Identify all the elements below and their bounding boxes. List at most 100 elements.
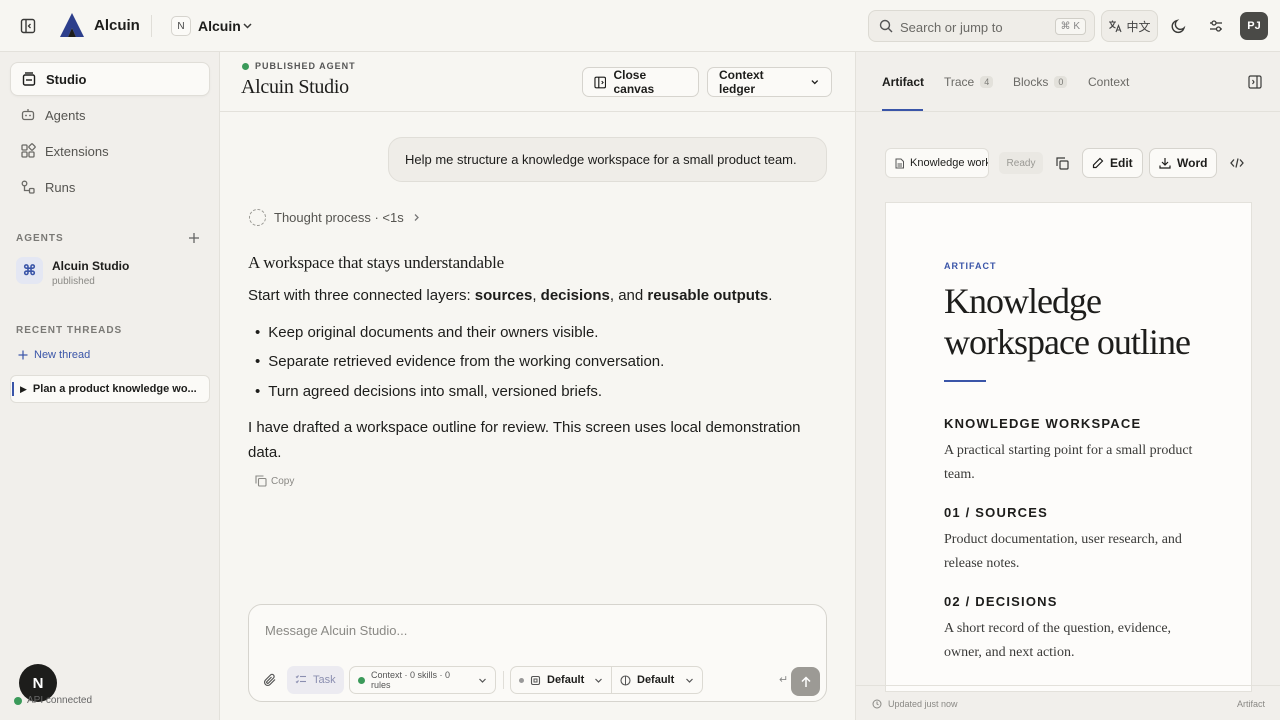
chevron-down-icon <box>686 678 693 683</box>
play-icon: ▶ <box>20 383 27 394</box>
model-label: Default <box>637 674 675 686</box>
agents-icon <box>21 109 35 121</box>
api-status-label: API connected <box>27 695 93 706</box>
runs-icon <box>21 180 35 194</box>
task-label: Task <box>313 674 336 686</box>
language-button[interactable]: 中文 <box>1101 10 1158 42</box>
chevron-down-icon <box>811 80 819 85</box>
sidebar-item-label: Agents <box>45 107 86 123</box>
model-selector-secondary[interactable]: Default <box>611 666 703 694</box>
settings-button[interactable] <box>1201 11 1231 41</box>
tab-blocks[interactable]: Blocks 0 <box>1013 75 1068 89</box>
enter-hint: ↵ <box>779 674 789 686</box>
thread-item[interactable]: ▶ Plan a product knowledge wo... <box>10 375 210 403</box>
sidebar-item-extensions[interactable]: Extensions <box>10 134 210 168</box>
sidebar-toggle-button[interactable] <box>13 11 43 41</box>
panel-close-icon <box>594 76 607 88</box>
pencil-icon <box>1092 157 1104 169</box>
document-heading: 02 / DECISIONS <box>944 594 1058 609</box>
updated-status: Updated just now <box>872 699 958 709</box>
user-message: Help me structure a knowledge workspace … <box>388 137 827 182</box>
context-selector[interactable]: Context · 0 skills · 0 rules <box>349 666 496 694</box>
copy-button[interactable]: Copy <box>255 475 294 487</box>
gauge-icon <box>620 674 631 686</box>
user-avatar[interactable]: PJ <box>1240 12 1268 40</box>
context-ledger-dropdown[interactable]: Context ledger <box>707 67 832 97</box>
cube-icon <box>530 675 541 685</box>
document-tab-label: Knowledge workspace outline <box>910 157 989 169</box>
workspace-switcher[interactable]: Alcuin <box>198 18 241 34</box>
tab-count: 0 <box>1054 76 1068 88</box>
agent-avatar[interactable]: ⌘ <box>16 257 43 284</box>
document-rule <box>944 380 986 382</box>
document-heading: KNOWLEDGE WORKSPACE <box>944 416 1142 431</box>
spinner-icon <box>249 209 266 226</box>
sidebar-item-label: Runs <box>45 179 76 195</box>
message-input[interactable]: Message Alcuin Studio... <box>265 623 407 638</box>
collapse-panel-button[interactable] <box>1240 67 1270 97</box>
context-label: Context · 0 skills · 0 rules <box>371 670 451 690</box>
tab-label: Context <box>1088 75 1130 89</box>
close-canvas-button[interactable]: Close canvas <box>582 67 699 97</box>
translate-icon <box>1109 20 1122 33</box>
updated-label: Updated just now <box>888 699 958 709</box>
download-icon <box>1159 158 1171 169</box>
answer-text: . <box>768 287 773 304</box>
document-icon <box>895 158 904 168</box>
chevron-down-icon[interactable] <box>242 20 253 31</box>
moon-icon <box>1171 19 1186 34</box>
plus-icon <box>189 233 199 243</box>
tab-label: Artifact <box>882 75 925 89</box>
answer-bold: reusable outputs <box>647 287 769 304</box>
tab-context[interactable]: Context <box>1088 75 1129 89</box>
send-button[interactable] <box>791 667 820 696</box>
sidebar-item-agents[interactable]: Agents <box>10 98 210 132</box>
arrow-up-icon <box>800 675 811 687</box>
theme-toggle-button[interactable] <box>1164 11 1194 41</box>
answer-text: Start with three connected layers: <box>248 287 475 304</box>
tab-trace[interactable]: Trace 4 <box>944 75 994 89</box>
agent-kicker: PUBLISHED AGENT <box>242 61 356 71</box>
sidebar-item-runs[interactable]: Runs <box>10 170 210 204</box>
answer-intro: Start with three connected layers: sourc… <box>248 283 772 308</box>
search-input[interactable]: Search or jump to <box>900 20 1003 35</box>
edit-button[interactable]: Edit <box>1082 148 1143 178</box>
alcuin-logo-icon[interactable] <box>59 12 85 38</box>
thought-label: Thought process · <1s <box>274 210 404 225</box>
extensions-icon <box>21 143 36 158</box>
duplicate-button[interactable] <box>1047 148 1077 178</box>
sidebar-item-studio[interactable]: Studio <box>10 62 210 96</box>
model-selector-primary[interactable]: Default <box>510 666 612 694</box>
export-word-button[interactable]: Word <box>1149 148 1218 178</box>
plus-icon <box>18 350 28 360</box>
panel-right-icon <box>1248 75 1262 89</box>
word-label: Word <box>1177 156 1208 170</box>
view-source-button[interactable] <box>1222 148 1252 178</box>
copy-icon <box>1055 156 1069 170</box>
workspace-badge[interactable]: N <box>171 16 191 36</box>
document-paragraph: A practical starting point for a small p… <box>944 443 1193 482</box>
add-agent-button[interactable] <box>188 232 200 244</box>
thought-process-toggle[interactable]: Thought process · <1s <box>249 209 421 226</box>
thread-title: Plan a product knowledge wo... <box>32 383 197 395</box>
close-canvas-label: Close canvas <box>613 68 655 96</box>
document-tab[interactable]: Knowledge workspace outline <box>885 148 989 178</box>
language-label: 中文 <box>1126 19 1151 34</box>
new-thread-button[interactable]: New thread <box>18 349 90 361</box>
agent-name[interactable]: Alcuin Studio <box>52 259 129 273</box>
sliders-icon <box>1210 20 1222 32</box>
chat-header: PUBLISHED AGENT Alcuin Studio Close canv… <box>220 52 855 112</box>
search-box[interactable]: Search or jump to ⌘ K <box>868 10 1095 42</box>
task-toggle[interactable]: Task <box>287 666 344 694</box>
attach-button[interactable] <box>263 673 277 687</box>
chevron-right-icon <box>414 214 419 221</box>
recent-threads-label: RECENT THREADS <box>16 325 123 336</box>
tab-label: Blocks <box>1013 75 1049 89</box>
document-paragraph: Product documentation, user research, an… <box>944 532 1182 571</box>
checklist-icon <box>295 675 306 684</box>
search-shortcut: ⌘ K <box>1054 18 1086 35</box>
page-title: Alcuin Studio <box>241 76 349 98</box>
answer-text: , and <box>609 287 648 304</box>
tab-artifact[interactable]: Artifact <box>882 75 924 89</box>
brand-name[interactable]: Alcuin <box>94 17 140 34</box>
